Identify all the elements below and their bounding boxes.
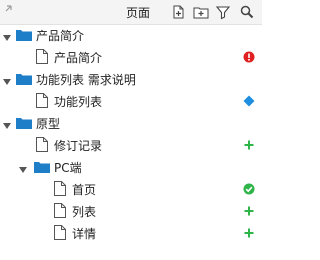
tree-page-features[interactable]: 功能列表 [0, 90, 262, 112]
folder-icon [16, 29, 32, 44]
expand-arrow-icon[interactable] [3, 119, 11, 133]
tree-folder-pc[interactable]: PC端 [0, 156, 262, 178]
tree-page-detail[interactable]: 详情 [0, 222, 262, 244]
tree-item-label: 首页 [72, 183, 97, 197]
add-page-icon[interactable] [170, 3, 188, 21]
add-icon [243, 139, 255, 151]
collapse-icon[interactable] [3, 3, 15, 18]
page-icon [54, 225, 66, 243]
page-icon [36, 93, 48, 111]
filter-icon[interactable] [214, 3, 232, 21]
search-icon[interactable] [238, 3, 256, 21]
tree-item-label: 列表 [72, 205, 97, 219]
tree-page-product[interactable]: 产品简介 [0, 46, 262, 68]
page-icon [54, 181, 66, 199]
page-icon [36, 137, 48, 155]
tree-item-label: 功能列表 [54, 95, 103, 109]
tree-item-label: 详情 [72, 227, 97, 241]
tree-folder-prototype[interactable]: 原型 [0, 112, 262, 134]
error-icon [243, 51, 255, 63]
tree-item-label: 产品简介 [54, 51, 103, 65]
add-icon [243, 227, 255, 239]
diamond-icon [243, 95, 255, 107]
tree-page-changelog[interactable]: 修订记录 [0, 134, 262, 156]
tree-item-label: 产品简介 [36, 29, 85, 43]
tree-item-label: 功能列表 需求说明 [36, 73, 136, 87]
tree-item-label: PC端 [54, 161, 82, 175]
expand-arrow-icon[interactable] [3, 75, 11, 89]
expand-arrow-icon[interactable] [19, 163, 27, 177]
folder-icon [16, 117, 32, 132]
tree-folder-features[interactable]: 功能列表 需求说明 [0, 68, 262, 90]
folder-icon [34, 161, 50, 176]
add-icon [243, 205, 255, 217]
folder-icon [16, 73, 32, 88]
page-icon [36, 49, 48, 67]
page-icon [54, 203, 66, 221]
tree-folder-product[interactable]: 产品简介 [0, 24, 262, 46]
tree-page-list[interactable]: 列表 [0, 200, 262, 222]
tree-item-label: 修订记录 [54, 139, 103, 153]
tree-page-home[interactable]: 首页 [0, 178, 262, 200]
tree-item-label: 原型 [36, 117, 61, 131]
expand-arrow-icon[interactable] [3, 31, 11, 45]
add-folder-icon[interactable] [192, 3, 210, 21]
panel-header: 页面 [0, 0, 262, 25]
check-icon [243, 183, 255, 195]
